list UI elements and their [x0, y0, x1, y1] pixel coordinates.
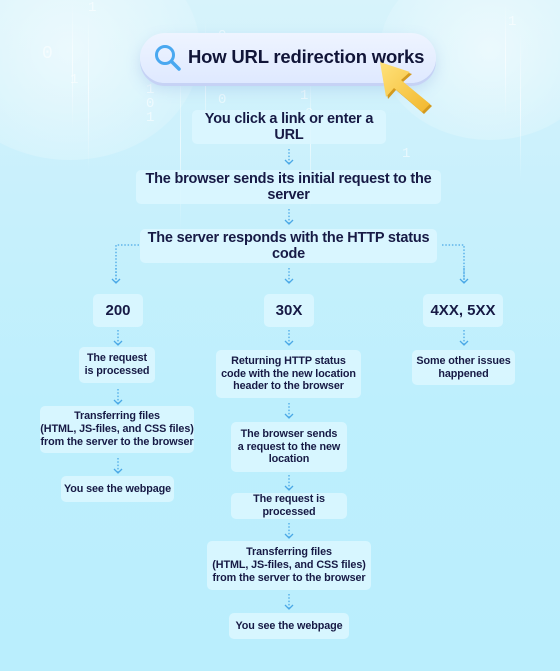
dotted-down-arrow-icon — [284, 149, 294, 165]
branch-30x-step-transfer: Transferring files (HTML, JS-files, and … — [207, 541, 371, 590]
dotted-down-arrow-icon — [284, 209, 294, 225]
branch-code-4xx-5xx: 4XX, 5XX — [423, 294, 503, 327]
dotted-down-arrow-icon — [284, 403, 294, 419]
step-click-link: You click a link or enter a URL — [192, 110, 386, 144]
branch-200-step-transfer: Transferring files (HTML, JS-files, and … — [40, 406, 194, 453]
branch-code-30x: 30X — [264, 294, 314, 327]
dotted-down-arrow-icon — [284, 330, 294, 346]
step-server-responds: The server responds with the HTTP status… — [140, 229, 437, 263]
dotted-down-arrow-icon — [284, 475, 294, 491]
branch-30x-step-webpage: You see the webpage — [229, 613, 349, 639]
branch-30x-step-processed: The request is processed — [231, 493, 347, 519]
dotted-down-arrow-icon — [284, 268, 294, 284]
branch-30x-step-returning: Returning HTTP status code with the new … — [216, 350, 361, 398]
dotted-down-arrow-icon — [113, 389, 123, 405]
branch-4xx-step-issues: Some other issues happened — [412, 350, 515, 385]
dotted-down-arrow-icon — [113, 330, 123, 346]
dotted-down-arrow-icon — [284, 594, 294, 610]
search-icon — [155, 45, 181, 71]
branch-code-200: 200 — [93, 294, 143, 327]
branch-200-step-webpage: You see the webpage — [61, 476, 174, 502]
dotted-down-arrow-icon — [459, 268, 469, 284]
dotted-down-arrow-icon — [459, 330, 469, 346]
dotted-down-arrow-icon — [111, 268, 121, 284]
dotted-down-arrow-icon — [113, 458, 123, 474]
branch-200-step-processed: The request is processed — [79, 347, 155, 383]
dotted-down-arrow-icon — [284, 523, 294, 539]
branch-30x-step-browser-sends: The browser sends a request to the new l… — [231, 422, 347, 472]
step-browser-request: The browser sends its initial request to… — [136, 170, 441, 204]
